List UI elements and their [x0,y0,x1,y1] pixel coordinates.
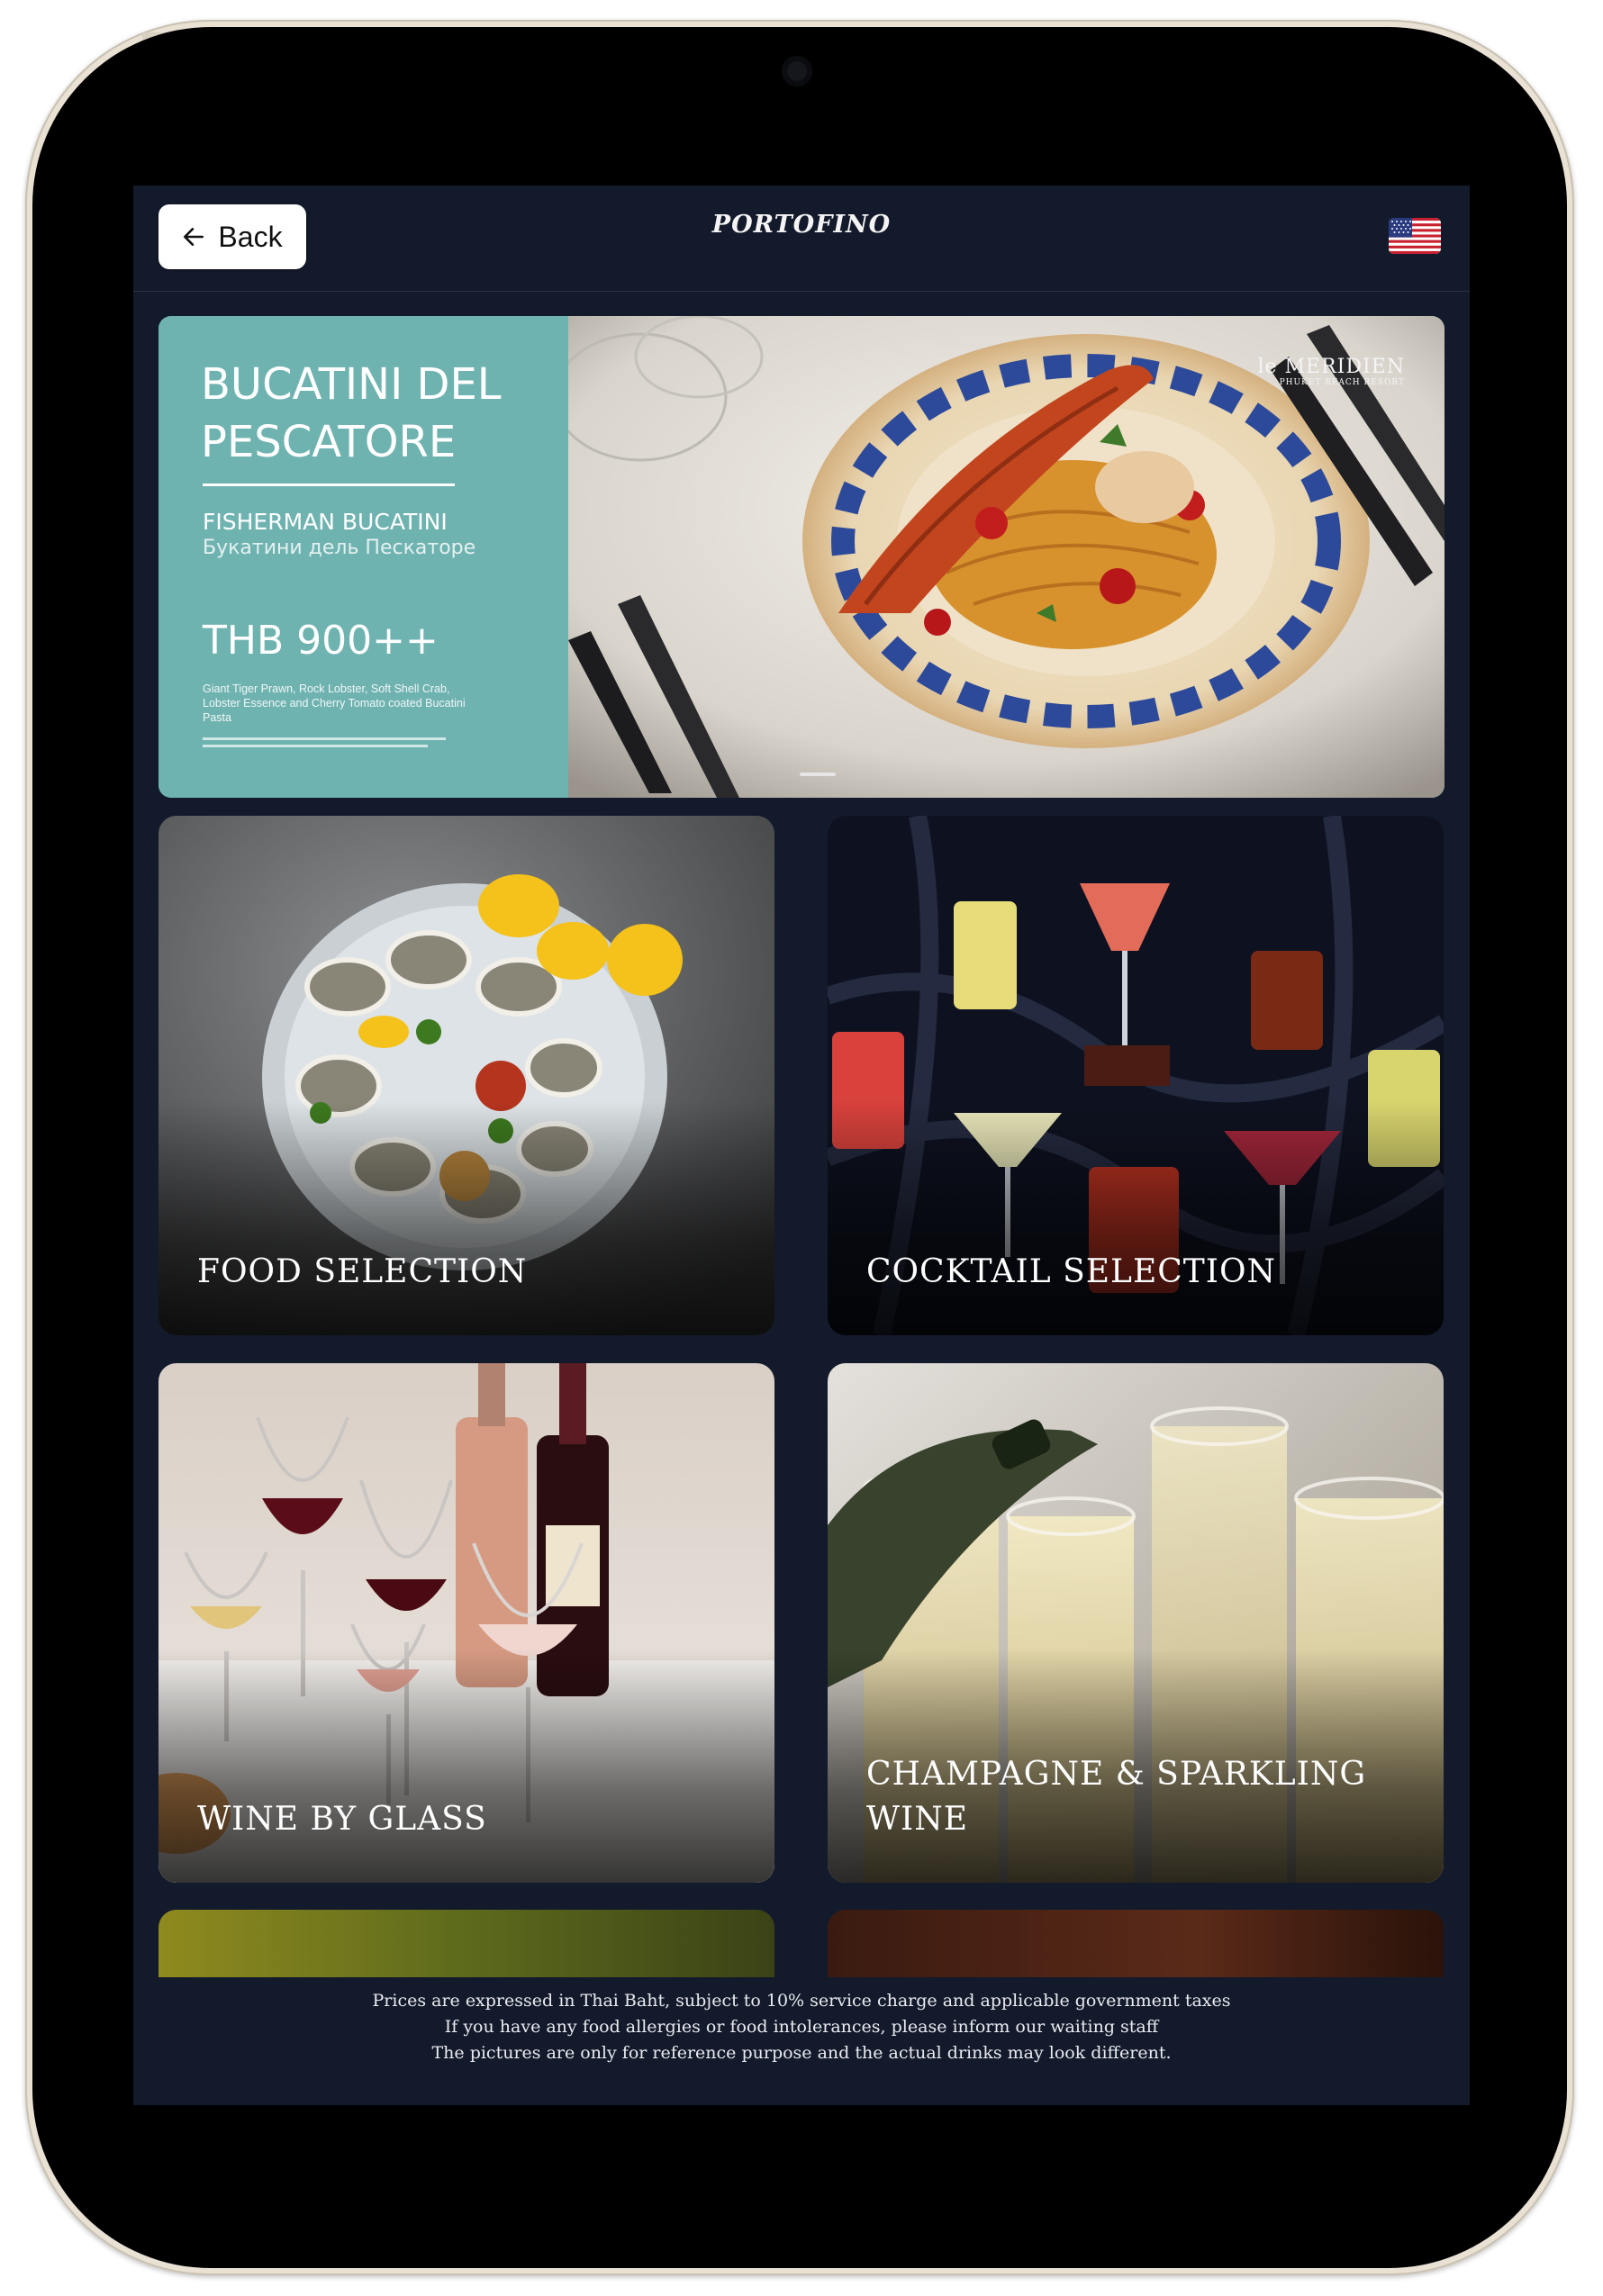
disclaimer-line: If you have any food allergies or food i… [444,2017,1159,2037]
category-label: WINE BY GLASS [197,1801,487,1838]
dish-title: BUCATINI DEL PESCATORE [201,359,502,467]
menu-disclaimer: Prices are expressed in Thai Baht, subje… [133,1977,1470,2105]
divider [203,484,455,486]
screen: Back PORTOFINO BUCATINI DEL PESCATORE FI… [133,124,1470,2168]
category-label: COCKTAIL SELECTION [866,1253,1277,1290]
category-label: CHAMPAGNE & SPARKLING WINE [866,1756,1367,1838]
dish-description-small-print [203,736,473,755]
front-camera [782,56,812,86]
top-bar: Back PORTOFINO [133,185,1470,292]
disclaimer-line: Prices are expressed in Thai Baht, subje… [372,1991,1231,2011]
category-tile-champagne[interactable]: CHAMPAGNE & SPARKLING WINE [828,1363,1444,1883]
disclaimer-line: The pictures are only for reference purp… [431,2043,1172,2063]
us-flag-icon[interactable] [1389,218,1441,254]
brand-logo: le MERIDIEN PHUKET BEACH RESORT [1257,356,1405,387]
restaurant-logo: PORTOFINO [711,211,892,239]
home-indicator-area [133,2105,1470,2168]
dish-price: THB 900++ [203,618,439,664]
dish-description: Giant Tiger Prawn, Rock Lobster, Soft Sh… [203,682,466,724]
category-tile-food[interactable]: FOOD SELECTION [158,816,774,1335]
category-label: FOOD SELECTION [197,1253,528,1290]
dish-name-russian: Букатини дель Пескаторе [203,537,476,559]
featured-dish-banner[interactable]: BUCATINI DEL PESCATORE FISHERMAN BUCATIN… [158,316,1445,798]
status-bar [133,124,1470,185]
featured-dish-info: BUCATINI DEL PESCATORE FISHERMAN BUCATIN… [158,316,568,798]
category-tile-cocktails[interactable]: COCKTAIL SELECTION [828,816,1444,1335]
category-tile-wine[interactable]: WINE BY GLASS [158,1363,774,1883]
menu-app: Back PORTOFINO BUCATINI DEL PESCATORE FI… [133,185,1470,2105]
dish-photo [568,316,1445,798]
carousel-indicator[interactable] [800,773,836,776]
dish-name-english: FISHERMAN BUCATINI [203,509,448,535]
